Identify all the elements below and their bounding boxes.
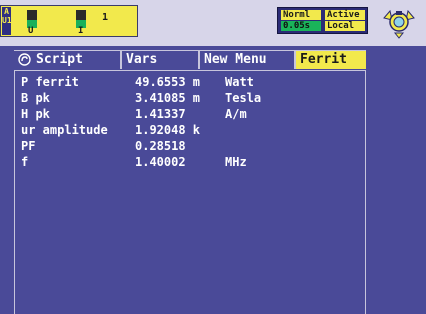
mode-indicator[interactable]: Norml: [281, 10, 321, 20]
row-value: 3.41085 m: [135, 91, 201, 105]
row-name: H pk: [21, 107, 50, 121]
state-indicator[interactable]: Active: [325, 10, 365, 20]
row-name: f: [21, 155, 29, 169]
row-unit: Tesla: [225, 91, 262, 105]
row-name: ur amplitude: [21, 123, 108, 137]
voltage-label: U: [28, 26, 34, 36]
status-panel: Norml Active 0.05s Local: [277, 7, 368, 34]
side-panel: [368, 46, 426, 314]
row-value: 0.28518: [135, 139, 186, 153]
tab-script-label: Script: [36, 52, 83, 67]
row-value: 1.40002: [135, 155, 186, 169]
top-status-bar: A U1 U I 1 Norml Active 0.05s Local: [0, 0, 426, 46]
row-unit: Watt: [225, 75, 254, 89]
row-value: 49.6553 m: [135, 75, 201, 89]
menu-tab-bar: Script Vars New Menu Ferrit: [14, 50, 366, 69]
current-label: I: [78, 26, 84, 36]
tab-vars[interactable]: Vars: [122, 51, 200, 69]
row-name: P ferrit: [21, 75, 79, 89]
row-unit: A/m: [225, 107, 247, 121]
row-value: 1.92048 k: [135, 123, 201, 137]
interval-indicator[interactable]: 0.05s: [281, 21, 321, 31]
channel-number: 1: [102, 12, 109, 23]
row-value: 1.41337: [135, 107, 186, 121]
row-name: PF: [21, 139, 36, 153]
analyzer-mascot-icon[interactable]: [382, 8, 416, 40]
channel-label-line1: A: [4, 7, 9, 16]
channel-panel[interactable]: A U1 U I 1: [0, 5, 138, 37]
tab-script[interactable]: Script: [14, 51, 122, 69]
control-indicator[interactable]: Local: [325, 21, 365, 31]
row-unit: MHz: [225, 155, 247, 169]
channel-label-line2: U1: [2, 16, 12, 25]
measurement-panel: P ferrit 49.6553 m Watt B pk 3.41085 m T…: [14, 70, 366, 314]
tab-ferrit[interactable]: Ferrit: [296, 51, 366, 69]
tab-new-menu[interactable]: New Menu: [200, 51, 296, 69]
script-circle-icon: [18, 53, 31, 66]
row-name: B pk: [21, 91, 50, 105]
channel-label: A U1: [2, 7, 12, 35]
